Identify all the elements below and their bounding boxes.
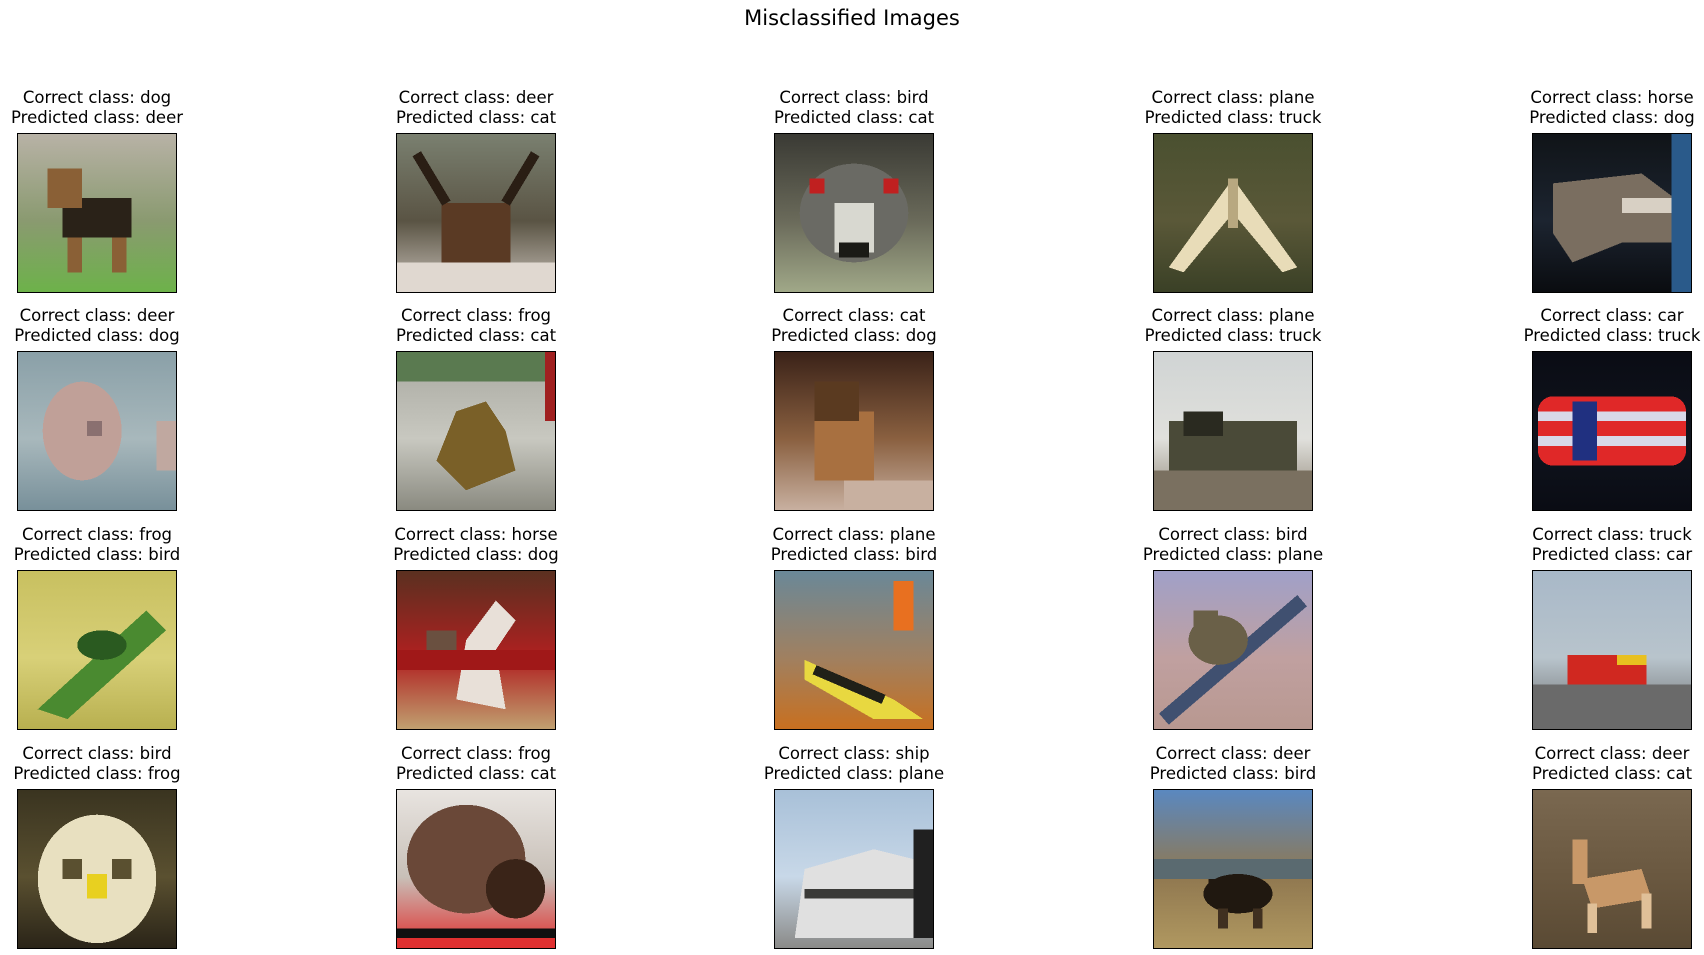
correct-class-label: Correct class: bird	[779, 88, 929, 107]
truck-image-pixels	[1533, 571, 1691, 729]
frog-image	[396, 789, 556, 949]
predicted-class-label: Predicted class: plane	[1142, 545, 1324, 564]
correct-class-label: Correct class: plane	[772, 525, 936, 544]
predicted-class-label: Predicted class: dog	[393, 545, 559, 564]
deer-image-pixels	[397, 134, 555, 292]
correct-class-label: Correct class: bird	[1158, 525, 1308, 544]
deer-image-pixels	[1533, 790, 1691, 948]
predicted-class-label: Predicted class: cat	[773, 108, 935, 127]
truck-image	[1532, 570, 1692, 730]
plane-figure	[1154, 411, 1312, 510]
bird-image-pixels	[1154, 571, 1312, 729]
bird-figure	[37, 814, 157, 944]
correct-class-label: Correct class: car	[1540, 306, 1684, 325]
deer-image-pixels	[18, 352, 176, 510]
correct-class-label: Correct class: deer	[398, 88, 554, 107]
bird-figure	[799, 163, 909, 263]
predicted-class-label: Predicted class: truck	[1144, 326, 1322, 345]
predicted-class-label: Predicted class: frog	[13, 764, 181, 783]
plane-image	[1153, 351, 1313, 511]
predicted-class-label: Predicted class: truck	[1523, 326, 1701, 345]
correct-class-label: Correct class: frog	[400, 306, 552, 325]
correct-class-label: Correct class: truck	[1532, 525, 1692, 544]
correct-class-label: Correct class: frog	[21, 525, 173, 544]
correct-class-label: Correct class: bird	[22, 744, 172, 763]
plane-image-pixels	[1154, 134, 1312, 292]
horse-image	[1532, 133, 1692, 293]
deer-image	[396, 133, 556, 293]
predicted-class-label: Predicted class: cat	[1531, 764, 1693, 783]
bird-image	[1153, 570, 1313, 730]
predicted-class-label: Predicted class: dog	[1529, 108, 1695, 127]
plane-image-pixels	[1154, 352, 1312, 510]
predicted-class-label: Predicted class: deer	[10, 108, 184, 127]
predicted-class-label: Predicted class: truck	[1144, 108, 1322, 127]
predicted-class-label: Predicted class: bird	[13, 545, 181, 564]
correct-class-label: Correct class: horse	[1530, 88, 1694, 107]
horse-image	[396, 570, 556, 730]
frog-image-pixels	[397, 790, 555, 948]
frog-image-pixels	[18, 571, 176, 729]
predicted-class-label: Predicted class: plane	[763, 764, 945, 783]
car-image	[1532, 351, 1692, 511]
plane-image	[1153, 133, 1313, 293]
dog-image	[17, 133, 177, 293]
ship-image-pixels	[775, 790, 933, 948]
car-image-pixels	[1533, 352, 1691, 510]
figure-title: Misclassified Images	[744, 6, 960, 30]
deer-image	[17, 351, 177, 511]
correct-class-label: Correct class: plane	[1151, 88, 1315, 107]
correct-class-label: Correct class: deer	[1534, 744, 1690, 763]
predicted-class-label: Predicted class: bird	[1149, 764, 1317, 783]
predicted-class-label: Predicted class: cat	[395, 764, 557, 783]
deer-image	[1153, 789, 1313, 949]
correct-class-label: Correct class: plane	[1151, 306, 1315, 325]
correct-class-label: Correct class: deer	[1155, 744, 1311, 763]
predicted-class-label: Predicted class: dog	[771, 326, 937, 345]
figure: Misclassified Images Correct class: dog P…	[0, 0, 1704, 955]
image-background	[1533, 790, 1691, 948]
horse-image-pixels	[1533, 134, 1691, 292]
correct-class-label: Correct class: deer	[19, 306, 175, 325]
bird-image-pixels	[775, 134, 933, 292]
frog-image	[17, 570, 177, 730]
frog-image-pixels	[397, 352, 555, 510]
correct-class-label: Correct class: dog	[22, 88, 172, 107]
cat-image-pixels	[775, 352, 933, 510]
correct-class-label: Correct class: ship	[778, 744, 930, 763]
predicted-class-label: Predicted class: dog	[14, 326, 180, 345]
plane-image-pixels	[775, 571, 933, 729]
bird-image-pixels	[18, 790, 176, 948]
correct-class-label: Correct class: horse	[394, 525, 558, 544]
plane-image	[774, 570, 934, 730]
bird-image	[774, 133, 934, 293]
frog-image	[396, 351, 556, 511]
predicted-class-label: Predicted class: bird	[770, 545, 938, 564]
deer-image	[1532, 789, 1692, 949]
correct-class-label: Correct class: cat	[782, 306, 926, 325]
ship-image	[774, 789, 934, 949]
predicted-class-label: Predicted class: cat	[395, 326, 557, 345]
predicted-class-label: Predicted class: car	[1531, 545, 1693, 564]
car-figure	[1537, 396, 1687, 466]
horse-image-pixels	[397, 571, 555, 729]
deer-image-pixels	[1154, 790, 1312, 948]
predicted-class-label: Predicted class: cat	[395, 108, 557, 127]
dog-image-pixels	[18, 134, 176, 292]
correct-class-label: Correct class: frog	[400, 744, 552, 763]
cat-image	[774, 351, 934, 511]
bird-image	[17, 789, 177, 949]
